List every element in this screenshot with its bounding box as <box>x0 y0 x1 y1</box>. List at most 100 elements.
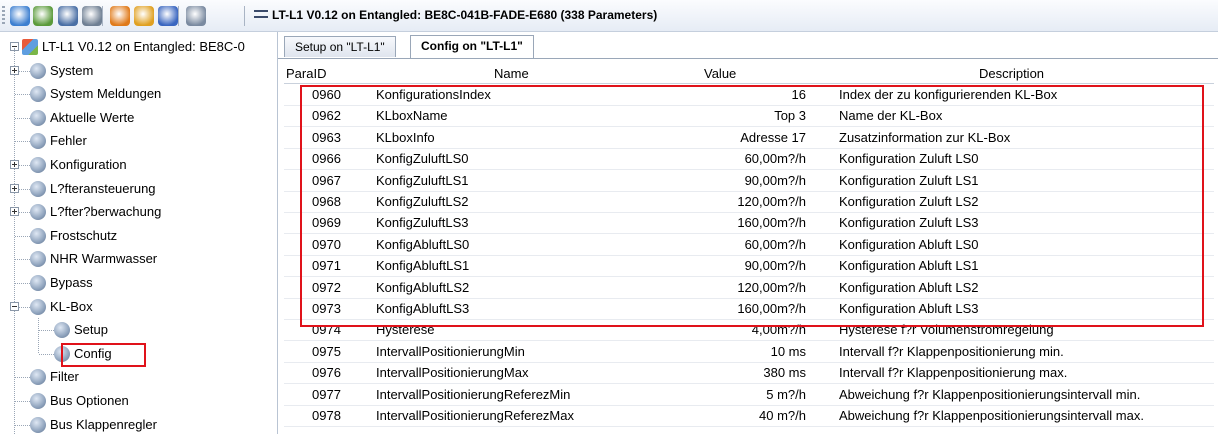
fire-icon[interactable] <box>110 6 130 26</box>
parameter-group-icon <box>30 275 46 291</box>
tab-divider <box>278 58 1218 59</box>
tree-item-l-fter-berwachung[interactable]: L?fter?berwachung <box>0 201 277 223</box>
cell-value[interactable]: 10 ms <box>584 341 806 363</box>
delete-icon[interactable] <box>186 6 206 26</box>
parameter-group-icon <box>30 157 46 173</box>
collapse-icon[interactable] <box>10 301 19 311</box>
parameter-group-icon <box>30 109 46 126</box>
expand-icon[interactable] <box>10 65 19 75</box>
tree-branch-line <box>15 401 30 402</box>
tree-item-label: Bus Klappenregler <box>50 416 157 432</box>
parameter-group-icon <box>30 416 46 433</box>
tree-branch-line <box>15 283 30 284</box>
parameter-group-icon <box>30 86 46 103</box>
tree-item-bus-optionen[interactable]: Bus Optionen <box>0 390 277 412</box>
table-row[interactable]: 0978 IntervallPositionierungReferezMax 40 … <box>284 405 1214 427</box>
tree-branch-line <box>15 117 30 119</box>
toolbar-separator <box>244 6 245 26</box>
window-title-text: LT-L1 V0.12 on Entangled: BE8C-041B-FADE… <box>272 8 658 22</box>
cell-paraid: 0976 <box>312 365 341 381</box>
cell-value[interactable]: 380 ms <box>584 362 806 384</box>
parameter-group-icon <box>30 204 46 221</box>
table-row[interactable]: 0976 IntervallPositionierungMax 380 ms Inte… <box>284 362 1214 385</box>
tree-item-konfiguration[interactable]: Konfiguration <box>0 154 277 176</box>
undo-icon[interactable] <box>158 6 178 26</box>
tab-setup[interactable]: Setup on "LT-L1" <box>284 36 396 57</box>
print-icon[interactable] <box>82 6 102 26</box>
column-header-value[interactable]: Value <box>704 65 736 83</box>
tree-item-frostschutz[interactable]: Frostschutz <box>0 225 277 247</box>
tree-item-nhr-warmwasser[interactable]: NHR Warmwasser <box>0 248 277 270</box>
tree-item-label: Fehler <box>50 133 87 149</box>
tab-config[interactable]: Config on "LT-L1" <box>410 35 534 58</box>
tree-item-label: Aktuelle Werte <box>50 109 135 125</box>
tree-item-label: NHR Warmwasser <box>50 251 158 267</box>
tree-item-system-meldungen[interactable]: System Meldungen <box>0 83 277 105</box>
tree-branch-line <box>39 330 54 332</box>
expand-icon[interactable] <box>10 183 19 193</box>
tree-item-label: Konfiguration <box>50 157 127 172</box>
settings-icon[interactable] <box>33 6 53 26</box>
tree-item-kl-box[interactable]: KL-Box <box>0 296 277 318</box>
cell-paraid: 0978 <box>312 408 341 423</box>
connect-icon[interactable] <box>10 6 30 26</box>
table-selection-highlight <box>300 85 1204 327</box>
tree-branch-line <box>15 235 30 237</box>
column-header-paraid[interactable]: ParaID <box>286 65 326 83</box>
parameter-group-icon <box>30 393 46 409</box>
tree-item-setup[interactable]: Setup <box>0 319 277 341</box>
table-row[interactable]: 0977 IntervallPositionierungReferezMin 5 m… <box>284 384 1214 406</box>
tree-item-label: System <box>50 62 94 78</box>
cell-paraid: 0975 <box>312 343 341 359</box>
parameter-group-icon <box>30 298 46 315</box>
cell-value[interactable]: 5 m?/h <box>584 384 806 406</box>
tree-item-label: KL-Box <box>50 298 93 314</box>
cell-value[interactable]: 40 m?/h <box>584 405 806 427</box>
window-title: LT-L1 V0.12 on Entangled: BE8C-041B-FADE… <box>254 8 657 22</box>
tree-selection-highlight <box>61 343 146 367</box>
tree-item-label: L?fteransteuerung <box>50 180 156 196</box>
navigation-tree: LT-L1 V0.12 on Entangled: BE8C-0 System Sy… <box>0 32 278 434</box>
parameter-group-icon <box>30 62 46 79</box>
expand-icon[interactable] <box>10 207 19 217</box>
tree-branch-line <box>15 424 30 426</box>
table-header: ParaID Name Value Description <box>284 65 1214 84</box>
tree-branch-line <box>15 94 30 96</box>
tree-item-label: Bus Optionen <box>50 393 129 408</box>
tree-item-label: Bypass <box>50 275 93 290</box>
column-header-name[interactable]: Name <box>494 65 529 83</box>
tree-item-label: Filter <box>50 369 79 385</box>
tree-item-fehler[interactable]: Fehler <box>0 130 277 152</box>
expand-icon[interactable] <box>10 160 19 169</box>
parameter-group-icon <box>54 322 70 339</box>
parameter-group-icon <box>30 227 46 244</box>
tree-item-label: System Meldungen <box>50 86 162 102</box>
tree-branch-line <box>15 259 30 261</box>
parameter-group-icon <box>30 251 46 268</box>
save-icon[interactable] <box>58 6 78 26</box>
toolbar: LT-L1 V0.12 on Entangled: BE8C-041B-FADE… <box>0 0 1218 32</box>
tree-item-filter[interactable]: Filter <box>0 366 277 388</box>
tree-item-l-fteransteuerung[interactable]: L?fteransteuerung <box>0 178 277 200</box>
cell-description: Intervall f?r Klappenpositionierung min. <box>839 343 1064 359</box>
cell-paraid: 0977 <box>312 386 341 402</box>
table-row[interactable]: 0975 IntervallPositionierungMin 10 ms Inter… <box>284 341 1214 363</box>
toolbar-separator <box>178 6 179 26</box>
column-header-description[interactable]: Description <box>979 65 1044 83</box>
tree-item-bypass[interactable]: Bypass <box>0 272 277 294</box>
cell-description: Abweichung f?r Klappenpositionierungsint… <box>839 408 1144 423</box>
tree-root-label: LT-L1 V0.12 on Entangled: BE8C-0 <box>42 39 245 54</box>
tree-item-system[interactable]: System <box>0 60 277 82</box>
tree-item-aktuelle-werte[interactable]: Aktuelle Werte <box>0 107 277 129</box>
tree-item-bus-klappenregler[interactable]: Bus Klappenregler <box>0 414 277 434</box>
tree-branch-line <box>39 353 54 355</box>
cell-description: Abweichung f?r Klappenpositionierungsint… <box>839 386 1141 402</box>
tree-item-label: Frostschutz <box>50 227 118 243</box>
device-icon <box>22 39 38 55</box>
cell-description: Intervall f?r Klappenpositionierung max. <box>839 365 1068 381</box>
refresh-icon[interactable] <box>134 6 154 26</box>
tree-branch-line <box>15 377 30 379</box>
tree-root[interactable]: LT-L1 V0.12 on Entangled: BE8C-0 <box>0 36 277 58</box>
toolbar-grip[interactable] <box>2 6 5 26</box>
connection-icon <box>254 10 268 18</box>
